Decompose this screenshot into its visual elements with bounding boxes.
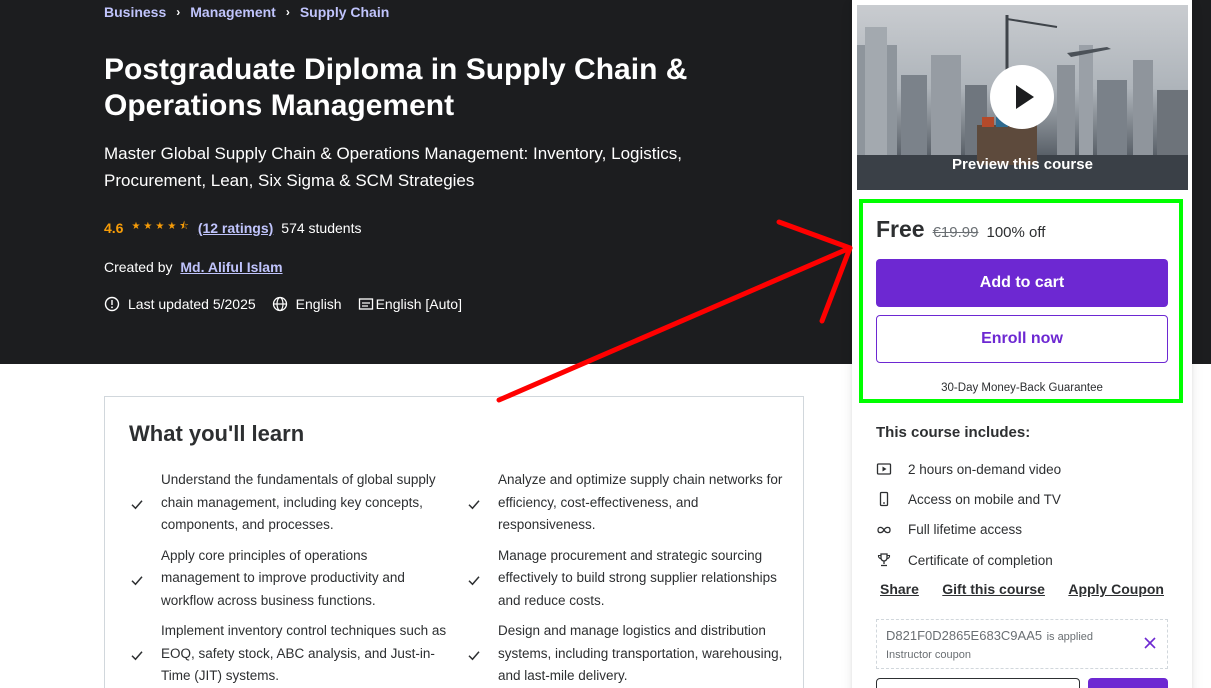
alert-clock-icon [104, 296, 120, 312]
rating-value: 4.6 [104, 219, 124, 236]
learn-item-text: Design and manage logistics and distribu… [498, 623, 783, 683]
include-label: Certificate of completion [908, 552, 1053, 568]
money-back-guarantee: 30-Day Money-Back Guarantee [941, 382, 1103, 394]
check-icon [131, 500, 143, 510]
course-preview[interactable]: Preview this course [857, 5, 1188, 190]
learn-item-text: Implement inventory control techniques s… [161, 623, 447, 683]
globe-icon [272, 296, 287, 312]
last-updated-text: Last updated 5/2025 [128, 296, 256, 312]
rating-row: 4.6 ★★★★⯪ (12 ratings) 574 students [104, 219, 361, 236]
check-icon [468, 651, 480, 661]
price-current: Free [876, 216, 925, 242]
discount-percent: 100% off [986, 224, 1046, 241]
instructor-link[interactable]: Md. Aliful Islam [180, 259, 282, 275]
mobile-icon [879, 492, 889, 507]
chevron-right-icon: › [285, 5, 290, 19]
learn-title: What you'll learn [129, 421, 305, 446]
breadcrumb: Business › Management › Supply Chain [104, 4, 389, 20]
list-item: Manage procurement and strategic sourcin… [466, 545, 786, 613]
last-updated: Last updated 5/2025 [104, 296, 256, 312]
learn-item-text: Understand the fundamentals of global su… [161, 472, 436, 532]
include-label: Full lifetime access [908, 522, 1023, 538]
list-item: Implement inventory control techniques s… [129, 620, 449, 688]
includes-title: This course includes: [876, 424, 1031, 441]
learn-item-text: Analyze and optimize supply chain networ… [498, 472, 783, 532]
check-icon [468, 575, 480, 585]
apply-coupon-link[interactable]: Apply Coupon [1064, 581, 1168, 597]
price-row: Free €19.99 100% off [876, 216, 1045, 243]
language: English [272, 296, 342, 312]
list-item: Certificate of completion [876, 545, 1061, 575]
breadcrumb-supply-chain[interactable]: Supply Chain [300, 4, 389, 20]
list-item: Apply core principles of operations mana… [129, 545, 449, 613]
breadcrumb-management[interactable]: Management [190, 4, 276, 20]
add-to-cart-button[interactable]: Add to cart [876, 259, 1168, 307]
share-link[interactable]: Share [876, 581, 923, 597]
coupon-type: Instructor coupon [886, 649, 971, 661]
includes-list: 2 hours on-demand video Access on mobile… [876, 454, 1061, 575]
include-label: Access on mobile and TV [908, 491, 1061, 507]
check-icon [131, 651, 143, 661]
preview-label: Preview this course [952, 156, 1093, 173]
language-text: English [295, 296, 342, 312]
course-title: Postgraduate Diploma in Supply Chain & O… [104, 53, 688, 122]
coupon-applied-text: is applied [1046, 631, 1094, 643]
breadcrumb-business[interactable]: Business [104, 4, 166, 20]
captions: English [Auto] [358, 296, 462, 312]
list-item: 2 hours on-demand video [876, 454, 1061, 484]
trophy-icon [877, 553, 891, 567]
infinity-icon [877, 526, 891, 534]
play-icon[interactable] [990, 65, 1054, 129]
course-meta: Last updated 5/2025 English English [Aut… [104, 296, 478, 312]
list-item: Full lifetime access [876, 515, 1061, 545]
coupon-code: D821F0D2865E683C9AA5 [886, 628, 1043, 643]
check-icon [131, 575, 143, 585]
gift-course-link[interactable]: Gift this course [938, 581, 1049, 597]
enroll-now-button[interactable]: Enroll now [876, 315, 1168, 363]
students-count: 574 students [281, 219, 362, 236]
sidebar-links: Share Gift this course Apply Coupon [876, 581, 1168, 597]
captions-text: English [Auto] [375, 296, 462, 312]
learn-item-text: Apply core principles of operations mana… [161, 547, 405, 608]
purchase-sidebar: Preview this course Free €19.99 100% off… [852, 0, 1192, 688]
video-icon [876, 463, 892, 475]
list-item: Design and manage logistics and distribu… [466, 620, 786, 688]
course-subtitle: Master Global Supply Chain & Operations … [104, 144, 682, 190]
star-rating-icon: ★★★★⯪ [131, 221, 192, 232]
applied-coupon: D821F0D2865E683C9AA5 is applied Instruct… [876, 619, 1168, 669]
include-label: 2 hours on-demand video [908, 461, 1062, 477]
learn-item-text: Manage procurement and strategic sourcin… [498, 547, 777, 608]
coupon-apply-button[interactable] [1088, 678, 1168, 688]
created-by-label: Created by [104, 259, 173, 275]
coupon-input[interactable] [876, 678, 1080, 688]
created-by: Created by Md. Aliful Islam [104, 259, 283, 275]
ratings-count-link[interactable]: (12 ratings) [198, 220, 273, 236]
check-icon [468, 500, 480, 510]
close-icon[interactable] [1143, 636, 1157, 650]
what-youll-learn: What you'll learn Understand the fundame… [104, 396, 804, 688]
price-original: €19.99 [932, 224, 979, 241]
list-item: Access on mobile and TV [876, 484, 1061, 514]
list-item: Analyze and optimize supply chain networ… [466, 469, 786, 537]
list-item: Understand the fundamentals of global su… [129, 469, 449, 537]
learn-list: Understand the fundamentals of global su… [129, 469, 789, 688]
captions-icon [358, 298, 373, 310]
chevron-right-icon: › [176, 5, 181, 19]
